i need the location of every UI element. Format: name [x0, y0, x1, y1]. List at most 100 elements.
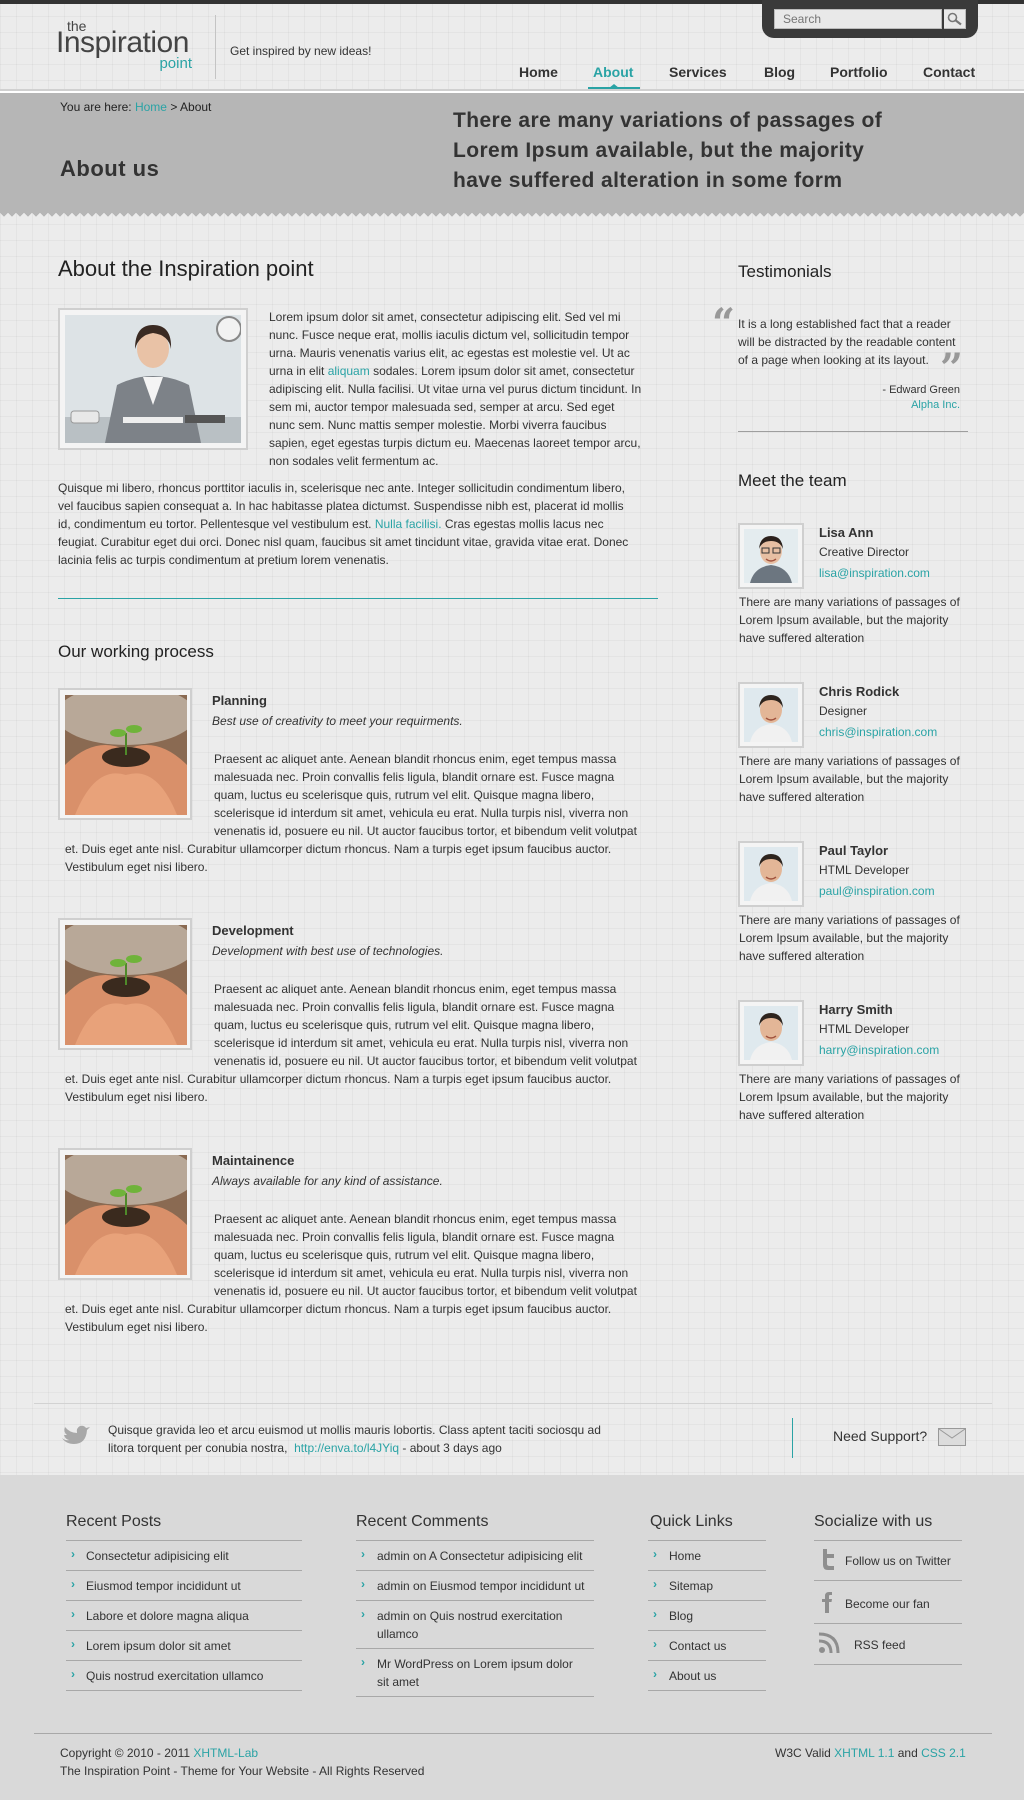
- team-bio: There are many variations of passages of…: [739, 911, 979, 965]
- text-line: Lorem Ipsum available, but the majority: [739, 1090, 949, 1104]
- rss-icon[interactable]: [818, 1632, 840, 1657]
- team-email-link[interactable]: harry@inspiration.com: [819, 1043, 939, 1057]
- process-body: Praesent ac aliquet ante. Aenean blandit…: [214, 980, 664, 1070]
- recent-comments-heading: Recent Comments: [356, 1513, 489, 1530]
- quick-links-heading: Quick Links: [650, 1513, 733, 1530]
- recent-post-link[interactable]: Lorem ipsum dolor sit amet: [86, 1637, 231, 1655]
- footer-rule: [66, 1570, 302, 1571]
- text-line: venenatis id, posuere eu nil. Ut auctor …: [214, 1284, 637, 1298]
- nav-about[interactable]: About: [593, 64, 633, 80]
- testimonials-heading: Testimonials: [738, 262, 832, 281]
- arrow-icon: ›: [653, 1577, 657, 1591]
- footer-rule: [66, 1630, 302, 1631]
- team-heading: Meet the team: [738, 471, 847, 490]
- testimonial-company-link[interactable]: Alpha Inc.: [760, 399, 960, 411]
- nulla-facilisi-link[interactable]: Nulla facilisi.: [375, 517, 442, 531]
- recent-comment-link[interactable]: admin on Quis nostrud exercitation ullamc…: [377, 1607, 592, 1643]
- arrow-icon: ›: [653, 1607, 657, 1621]
- text-line: id, condimentum eu tortor. Pellentesque …: [58, 515, 668, 533]
- text-line: scelerisque id interdum sit amet, vehicu…: [214, 806, 629, 820]
- search-icon: [947, 12, 962, 26]
- team-bio: There are many variations of passages of…: [739, 752, 979, 806]
- process-body: Praesent ac aliquet ante. Aenean blandit…: [214, 1210, 664, 1300]
- social-link[interactable]: Become our fan: [845, 1595, 930, 1613]
- social-link[interactable]: RSS feed: [854, 1636, 905, 1654]
- banner-zigzag-edge: [0, 211, 1024, 219]
- process-body-wide: et. Duis eget ante nisl. Curabitur ullam…: [65, 1070, 665, 1106]
- twitter-bird-icon: [60, 1424, 90, 1449]
- site-logo[interactable]: the Inspiration point: [56, 18, 204, 76]
- text-segment: Cras egestas mollis lacus nec: [441, 517, 604, 531]
- footer-rule: [814, 1580, 962, 1581]
- process-image-frame: [58, 1148, 192, 1280]
- team-email-link[interactable]: paul@inspiration.com: [819, 884, 935, 898]
- search-input[interactable]: [774, 9, 942, 29]
- text-segment: urna in elit: [269, 364, 328, 378]
- text-line: malesuada nec. Proin convallis felis lig…: [214, 770, 615, 784]
- arrow-icon: ›: [71, 1577, 75, 1591]
- search-button[interactable]: [944, 9, 966, 29]
- about-paragraph-1: Lorem ipsum dolor sit amet, consectetur …: [269, 308, 664, 470]
- logo-point: point: [159, 55, 192, 72]
- xhtml-lab-link[interactable]: XHTML-Lab: [193, 1746, 258, 1760]
- nav-portfolio[interactable]: Portfolio: [830, 64, 888, 80]
- team-avatar: [738, 682, 804, 748]
- aliquam-link[interactable]: aliquam: [328, 364, 370, 378]
- nav-services[interactable]: Services: [669, 64, 727, 80]
- text-line: malesuada nec. Proin convallis felis lig…: [214, 1230, 615, 1244]
- comment-line: admin on Eiusmod tempor incididunt ut: [377, 1579, 585, 1593]
- quick-link[interactable]: Sitemap: [669, 1577, 713, 1595]
- text-line: adipiscing elit. Nulla facilisi. Ut vita…: [269, 382, 642, 396]
- process-body-wide: et. Duis eget ante nisl. Curabitur ullam…: [65, 1300, 665, 1336]
- text-line: Lorem ipsum dolor sit amet, consectetur …: [269, 310, 621, 324]
- recent-post-link[interactable]: Eiusmod tempor incididunt ut: [86, 1577, 241, 1595]
- text-line: Vestibulum eget nisi libero.: [65, 860, 208, 874]
- text-line: Praesent ac aliquet ante. Aenean blandit…: [214, 1212, 617, 1226]
- xhtml-valid-link[interactable]: XHTML 1.1: [834, 1746, 894, 1760]
- facebook-icon[interactable]: [818, 1591, 838, 1616]
- text-segment: litora torquent per conubia nostra,: [108, 1441, 288, 1455]
- banner-quote-line: have suffered alteration in some form: [453, 169, 843, 192]
- css-valid-link[interactable]: CSS 2.1: [921, 1746, 966, 1760]
- recent-post-link[interactable]: Quis nostrud exercitation ullamco: [86, 1667, 263, 1685]
- recent-comment-link[interactable]: admin on A Consectetur adipisicing elit: [377, 1547, 592, 1565]
- social-link[interactable]: Follow us on Twitter: [845, 1552, 951, 1570]
- recent-comment-link[interactable]: admin on Eiusmod tempor incididunt ut: [377, 1577, 592, 1595]
- nav-blog[interactable]: Blog: [764, 64, 795, 80]
- text-segment: and: [897, 1746, 918, 1760]
- arrow-icon: ›: [71, 1607, 75, 1621]
- need-support-link[interactable]: Need Support?: [833, 1428, 927, 1444]
- recent-post-link[interactable]: Labore et dolore magna aliqua: [86, 1607, 249, 1625]
- footer-rule: [648, 1600, 766, 1601]
- nav-contact[interactable]: Contact: [923, 64, 975, 80]
- tweet: Quisque gravida leo et arcu euismod ut m…: [108, 1421, 668, 1457]
- quick-link[interactable]: Blog: [669, 1607, 693, 1625]
- twitter-icon[interactable]: [818, 1548, 838, 1573]
- copyright-line-1: Copyright © 2010 - 2011 XHTML-Lab: [60, 1744, 424, 1762]
- process-title: Planning: [212, 693, 267, 708]
- text-line: urna. Mauris venenatis varius elit, ac e…: [269, 346, 630, 360]
- team-role: Creative Director: [819, 545, 910, 559]
- text-line: There are many variations of passages of: [739, 595, 960, 609]
- quick-link[interactable]: Home: [669, 1547, 701, 1565]
- breadcrumb-home-link[interactable]: Home: [135, 100, 167, 114]
- footer-rule: [648, 1630, 766, 1631]
- text-line: Vestibulum eget nisi libero.: [65, 1320, 208, 1334]
- copyright-divider: [34, 1733, 992, 1734]
- footer-rule: [648, 1660, 766, 1661]
- team-email-link[interactable]: lisa@inspiration.com: [819, 566, 930, 580]
- nav-home[interactable]: Home: [519, 64, 558, 80]
- tweet-line-2: litora torquent per conubia nostra, http…: [108, 1439, 668, 1457]
- recent-post-link[interactable]: Consectetur adipisicing elit: [86, 1547, 229, 1565]
- footer-rule: [356, 1540, 594, 1541]
- footer-rule: [814, 1664, 962, 1665]
- team-email-link[interactable]: chris@inspiration.com: [819, 725, 937, 739]
- quick-link[interactable]: Contact us: [669, 1637, 726, 1655]
- tweet-link[interactable]: http://enva.to/l4JYiq: [294, 1441, 399, 1455]
- mail-icon[interactable]: [938, 1428, 966, 1449]
- text-line: sapien, eget egestas turpis dictum eu. M…: [269, 436, 641, 450]
- quick-link[interactable]: About us: [669, 1667, 716, 1685]
- text-segment: W3C Valid: [775, 1746, 831, 1760]
- recent-comment-link[interactable]: Mr WordPress on Lorem ipsum dolor sit ame…: [377, 1655, 592, 1691]
- comment-line: Mr WordPress on Lorem ipsum dolor: [377, 1657, 573, 1671]
